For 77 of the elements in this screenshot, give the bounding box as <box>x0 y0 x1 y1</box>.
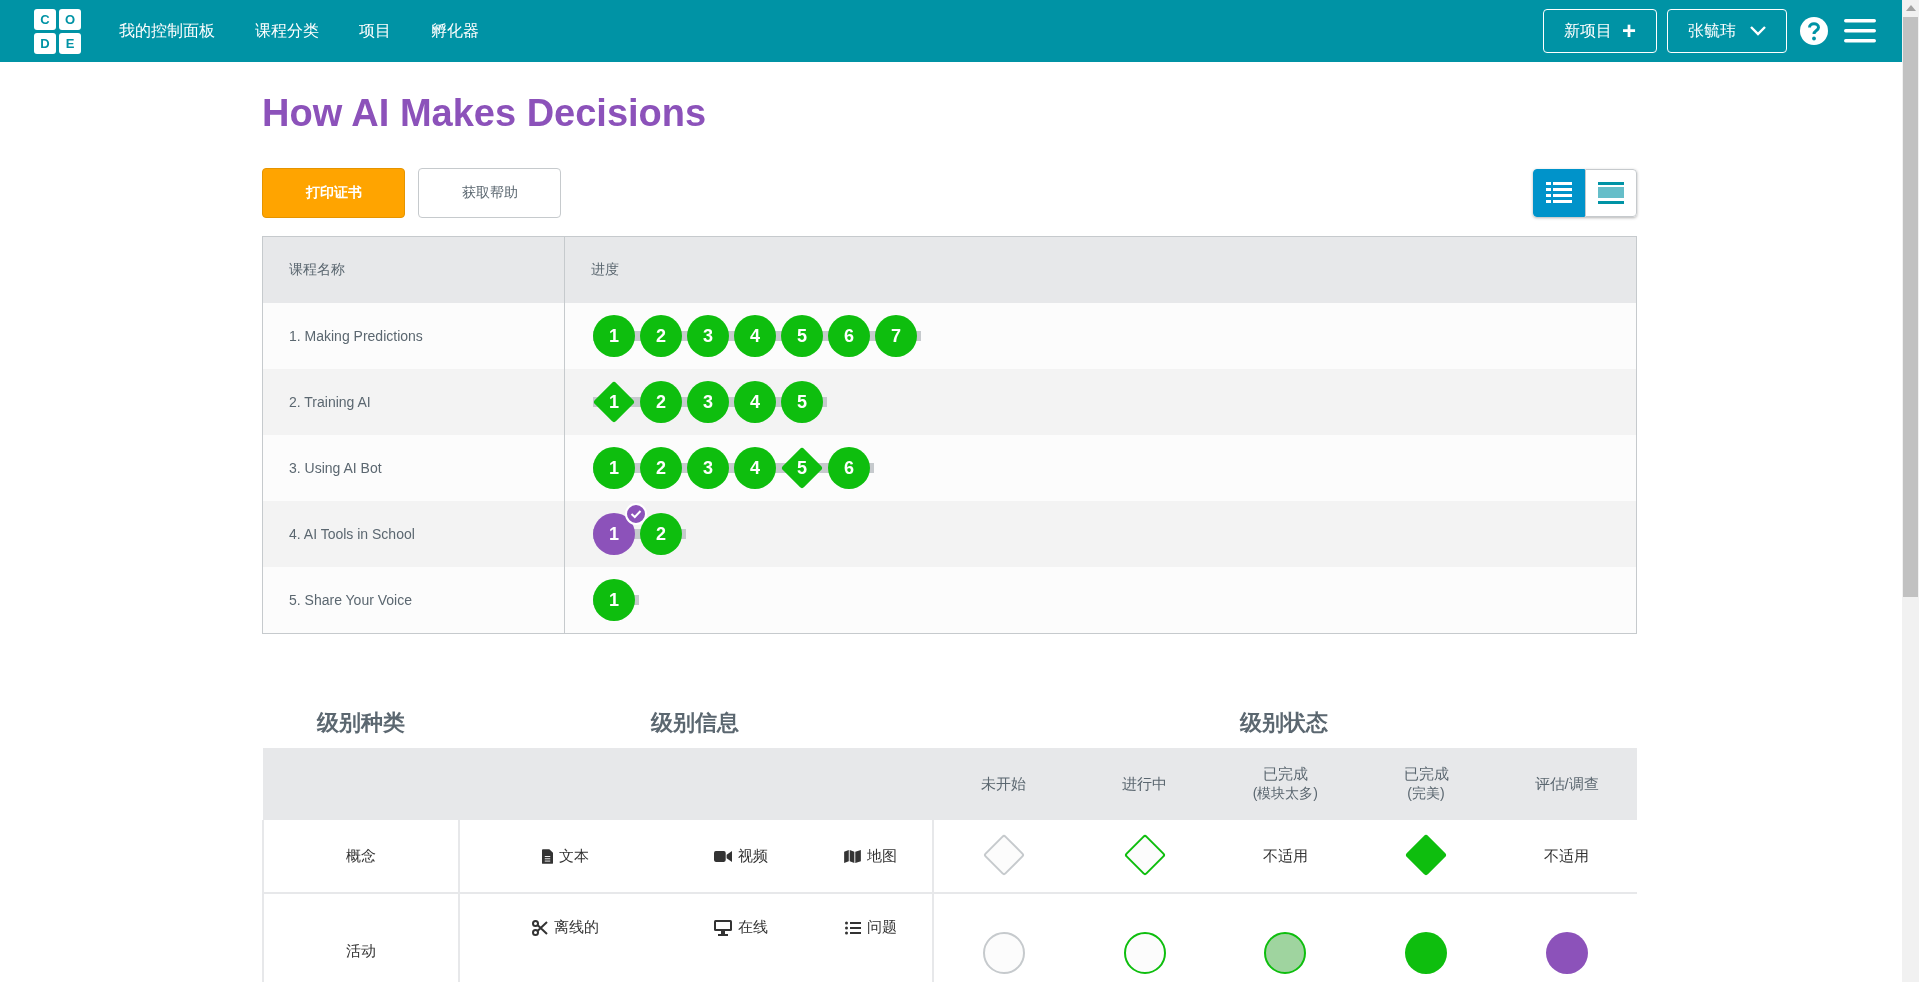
circle-icon <box>1405 932 1447 974</box>
circle-icon <box>983 932 1026 974</box>
level-bubble[interactable]: 1 <box>593 381 635 423</box>
info-label: 离线的 <box>554 918 600 937</box>
level-bubble[interactable]: 2 <box>640 381 682 423</box>
document-icon <box>542 848 554 864</box>
monitor-icon <box>713 919 732 936</box>
level-bubble[interactable]: 3 <box>687 447 729 489</box>
logo[interactable]: C O D E <box>34 8 81 54</box>
status-column-header: 已完成 (模块太多) <box>1252 765 1318 801</box>
level-bubble[interactable]: 4 <box>734 381 776 423</box>
lesson-name[interactable]: 2. Training AI <box>289 394 371 410</box>
chevron-down-icon <box>1750 26 1766 36</box>
status-column-header: 未开始 <box>981 774 1027 792</box>
page-title: How AI Makes Decisions <box>262 91 708 136</box>
legend-heading: 级别状态 <box>1239 710 1328 735</box>
level-bubble[interactable]: 1 <box>593 579 635 621</box>
level-bubble[interactable]: 4 <box>734 447 776 489</box>
level-bubble[interactable]: 2 <box>640 513 682 555</box>
not-applicable-text: 不适用 <box>1544 846 1590 864</box>
level-bubble[interactable]: 6 <box>828 447 870 489</box>
level-bubble[interactable]: 4 <box>734 315 776 357</box>
lesson-name[interactable]: 3. Using AI Bot <box>289 460 382 476</box>
level-bubble[interactable]: 5 <box>781 447 823 489</box>
level-bubble[interactable]: 2 <box>640 315 682 357</box>
info-label: 视频 <box>737 846 768 866</box>
get-help-button[interactable]: 获取帮助 <box>418 168 561 218</box>
video-camera-icon <box>713 849 732 863</box>
nav-link[interactable]: 我的控制面板 <box>119 20 215 42</box>
circle-icon <box>1545 932 1588 974</box>
level-bubble[interactable]: 5 <box>781 381 823 423</box>
info-label: 地图 <box>867 846 898 866</box>
level-type: 活动 <box>345 942 376 959</box>
new-project-button[interactable]: 新项目 + <box>1543 9 1657 53</box>
level-bubble[interactable]: 1 <box>593 315 635 357</box>
info-label: 文本 <box>559 846 590 866</box>
level-type: 概念 <box>345 846 376 864</box>
scissors-icon <box>532 919 549 936</box>
menu-icon[interactable] <box>1844 19 1876 43</box>
level-bubble[interactable]: 6 <box>828 315 870 357</box>
lesson-name[interactable]: 5. Share Your Voice <box>289 592 412 608</box>
nav-link[interactable]: 项目 <box>359 20 391 42</box>
level-bubble[interactable]: 3 <box>687 381 729 423</box>
status-column-header: 进行中 <box>1122 774 1168 792</box>
level-bubble[interactable]: 1 <box>593 447 635 489</box>
scroll-up-arrow-icon[interactable] <box>1905 5 1916 11</box>
help-icon[interactable] <box>1800 17 1828 45</box>
level-bubble[interactable]: 1 <box>593 513 635 555</box>
nav-link[interactable]: 孵化器 <box>431 20 479 42</box>
circle-icon <box>1123 932 1166 974</box>
column-header: 课程名称 <box>289 261 345 277</box>
rows-icon <box>1598 182 1624 204</box>
status-column-header: 评估/调查 <box>1534 774 1599 792</box>
map-icon <box>844 849 862 863</box>
not-applicable-text: 不适用 <box>1262 846 1308 864</box>
level-bubble[interactable]: 3 <box>687 315 729 357</box>
circle-icon <box>1264 932 1307 974</box>
print-certificate-button[interactable]: 打印证书 <box>262 168 405 218</box>
legend-heading: 级别种类 <box>316 710 405 735</box>
info-label: 在线 <box>737 918 768 937</box>
level-bubble[interactable]: 7 <box>875 315 917 357</box>
scrollbar[interactable] <box>1902 0 1919 982</box>
user-menu-button[interactable]: 张毓玮 <box>1667 9 1787 53</box>
scrollbar-thumb[interactable] <box>1903 17 1918 597</box>
lesson-name[interactable]: 1. Making Predictions <box>289 328 423 344</box>
level-bubble[interactable]: 5 <box>781 315 823 357</box>
status-column-header: 已完成 (完美) <box>1403 765 1449 801</box>
legend-heading: 级别信息 <box>650 710 739 735</box>
nav-link[interactable]: 课程分类 <box>255 20 319 42</box>
view-toggle-button[interactable] <box>1585 169 1637 217</box>
view-toggle-button[interactable] <box>1533 169 1585 217</box>
list-icon <box>844 920 861 935</box>
column-header: 进度 <box>591 261 619 277</box>
info-label: 问题 <box>866 918 897 937</box>
lesson-name[interactable]: 4. AI Tools in School <box>289 526 415 542</box>
list-icon <box>1546 182 1572 204</box>
level-bubble[interactable]: 2 <box>640 447 682 489</box>
